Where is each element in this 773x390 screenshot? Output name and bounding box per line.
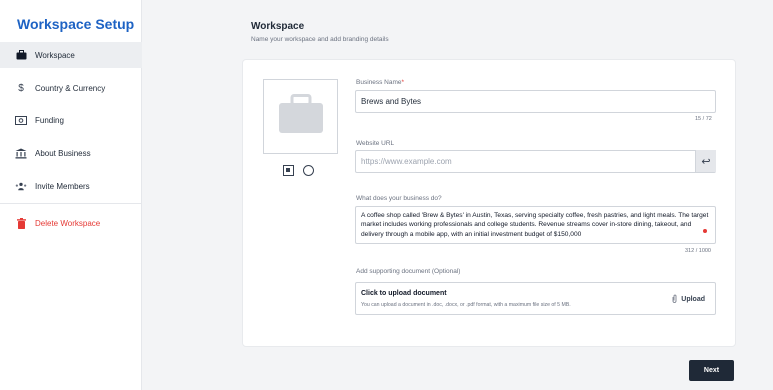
business-name-label: Business Name* xyxy=(356,79,405,86)
sidebar-divider xyxy=(0,203,142,204)
briefcase-placeholder-icon xyxy=(277,94,325,139)
sidebar-item-about-business[interactable]: About Business xyxy=(0,140,142,166)
website-url-label: Website URL xyxy=(356,140,395,147)
website-url-input[interactable]: https://www.example.com xyxy=(355,150,716,173)
upload-hint: You can upload a document in .doc, .docx… xyxy=(361,302,571,308)
website-url-placeholder: https://www.example.com xyxy=(361,157,452,166)
page-subtitle: Name your workspace and add branding det… xyxy=(251,36,389,43)
logo-shape-circle-toggle[interactable] xyxy=(303,165,314,176)
sidebar-item-workspace[interactable]: Workspace xyxy=(0,42,142,68)
upload-button[interactable]: Upload xyxy=(672,294,705,305)
users-icon xyxy=(15,180,27,192)
cursor-dot xyxy=(703,229,707,233)
next-button[interactable]: Next xyxy=(689,360,734,381)
sidebar-item-label: Workspace xyxy=(35,50,75,60)
delete-workspace-button[interactable]: Delete Workspace xyxy=(0,210,142,236)
description-textarea[interactable]: A coffee shop called 'Brew & Bytes' in A… xyxy=(355,206,716,244)
logo-shape-square-toggle[interactable] xyxy=(283,165,294,176)
upload-title: Click to upload document xyxy=(361,290,447,297)
business-name-counter: 15 / 72 xyxy=(695,116,712,122)
sidebar: Workspace Setup Workspace $ Country & Cu… xyxy=(0,0,142,390)
enter-icon-button[interactable]: ↩ xyxy=(695,150,716,172)
page-title: Workspace xyxy=(251,21,305,32)
required-mark: * xyxy=(401,79,405,86)
dollar-icon: $ xyxy=(18,82,24,94)
description-counter: 312 / 1000 xyxy=(685,248,711,254)
business-name-input[interactable]: Brews and Bytes xyxy=(355,90,716,113)
sidebar-brand: Workspace Setup xyxy=(17,16,135,32)
upload-button-label: Upload xyxy=(681,296,705,303)
page-header: Workspace Name your workspace and add br… xyxy=(251,21,389,43)
business-name-value: Brews and Bytes xyxy=(361,97,422,106)
sidebar-item-funding[interactable]: Funding xyxy=(0,107,142,133)
document-label: Add supporting document (Optional) xyxy=(356,268,461,275)
banknote-icon xyxy=(15,114,27,126)
logo-upload-area[interactable] xyxy=(263,79,338,154)
delete-workspace-label: Delete Workspace xyxy=(35,218,101,228)
paperclip-icon xyxy=(672,294,677,305)
description-label: What does your business do? xyxy=(356,195,442,202)
briefcase-icon xyxy=(15,49,27,61)
sidebar-item-label: Invite Members xyxy=(35,181,90,191)
document-upload-area[interactable]: Click to upload document You can upload … xyxy=(355,282,716,315)
sidebar-item-invite-members[interactable]: Invite Members xyxy=(0,173,142,199)
sidebar-item-label: Country & Currency xyxy=(35,83,106,93)
bank-icon xyxy=(15,147,27,159)
trash-icon xyxy=(15,217,27,229)
sidebar-item-label: Funding xyxy=(35,115,64,125)
sidebar-item-label: About Business xyxy=(35,148,91,158)
sidebar-item-country-currency[interactable]: $ Country & Currency xyxy=(0,75,142,101)
